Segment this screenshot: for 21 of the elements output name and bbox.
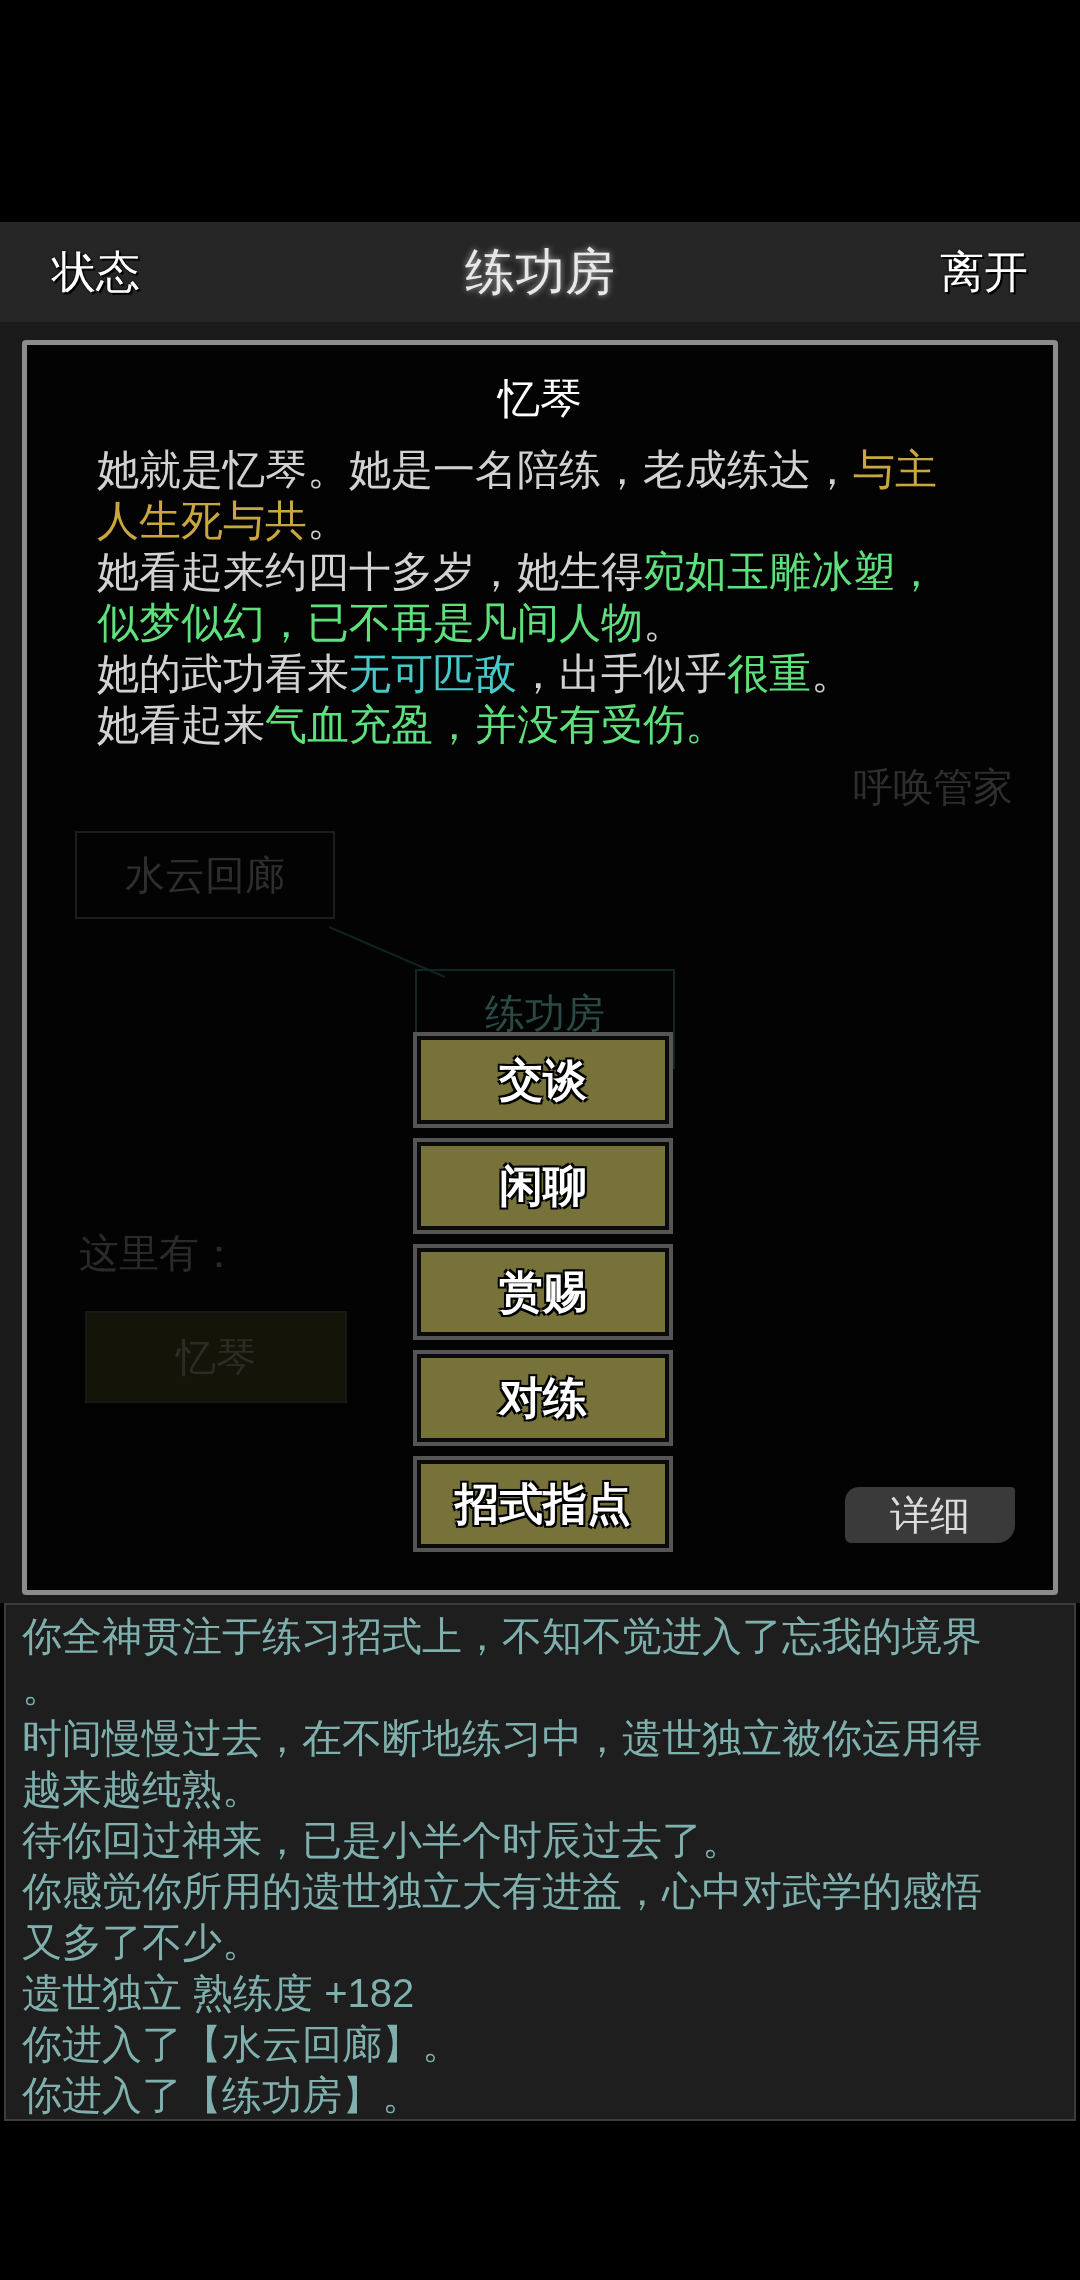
description-text: 她看起来约四十多岁，她生得宛如玉雕冰塑，似梦似幻，已不再是凡间人物。 bbox=[97, 547, 938, 648]
action-button[interactable]: 对练 bbox=[413, 1350, 673, 1446]
status-link[interactable]: 状态 bbox=[52, 239, 140, 305]
log-message: 你全神贯注于练习招式上，不知不觉进入了忘我的境界。 bbox=[22, 1613, 983, 1711]
dialog-title: 忆琴 bbox=[498, 374, 582, 424]
leave-link[interactable]: 离开 bbox=[940, 239, 1028, 305]
log-message: 待你回过神来，已是小半个时辰过去了。 bbox=[22, 1817, 743, 1864]
log-message: 你感觉你所用的遗世独立大有进益，心中对武学的感悟又多了不少。 bbox=[22, 1868, 983, 1966]
description-text: 她看起来气血充盈，并没有受伤。 bbox=[97, 700, 728, 750]
action-button[interactable]: 招式指点 bbox=[413, 1456, 673, 1552]
log-message: 你进入了【水云回廊】。 bbox=[22, 2021, 463, 2068]
action-button[interactable]: 闲聊 bbox=[413, 1138, 673, 1234]
description-text: 她的武功看来无可匹敌，出手似乎很重。 bbox=[97, 649, 854, 699]
log-message: 遗世独立 熟练度 +182 bbox=[22, 1970, 416, 2017]
description-text: 她就是忆琴。她是一名陪练，老成练达，与主人生死与共。 bbox=[97, 445, 938, 546]
action-button[interactable]: 赏赐 bbox=[413, 1244, 673, 1340]
room-title: 练功房 bbox=[465, 241, 615, 303]
detail-button[interactable]: 详细 bbox=[845, 1487, 1015, 1543]
log-message: 你进入了【练功房】。 bbox=[22, 2072, 423, 2119]
log-message: 时间慢慢过去，在不断地练习中，遗世独立被你运用得越来越纯熟。 bbox=[22, 1715, 983, 1813]
action-button[interactable]: 交谈 bbox=[413, 1032, 673, 1128]
